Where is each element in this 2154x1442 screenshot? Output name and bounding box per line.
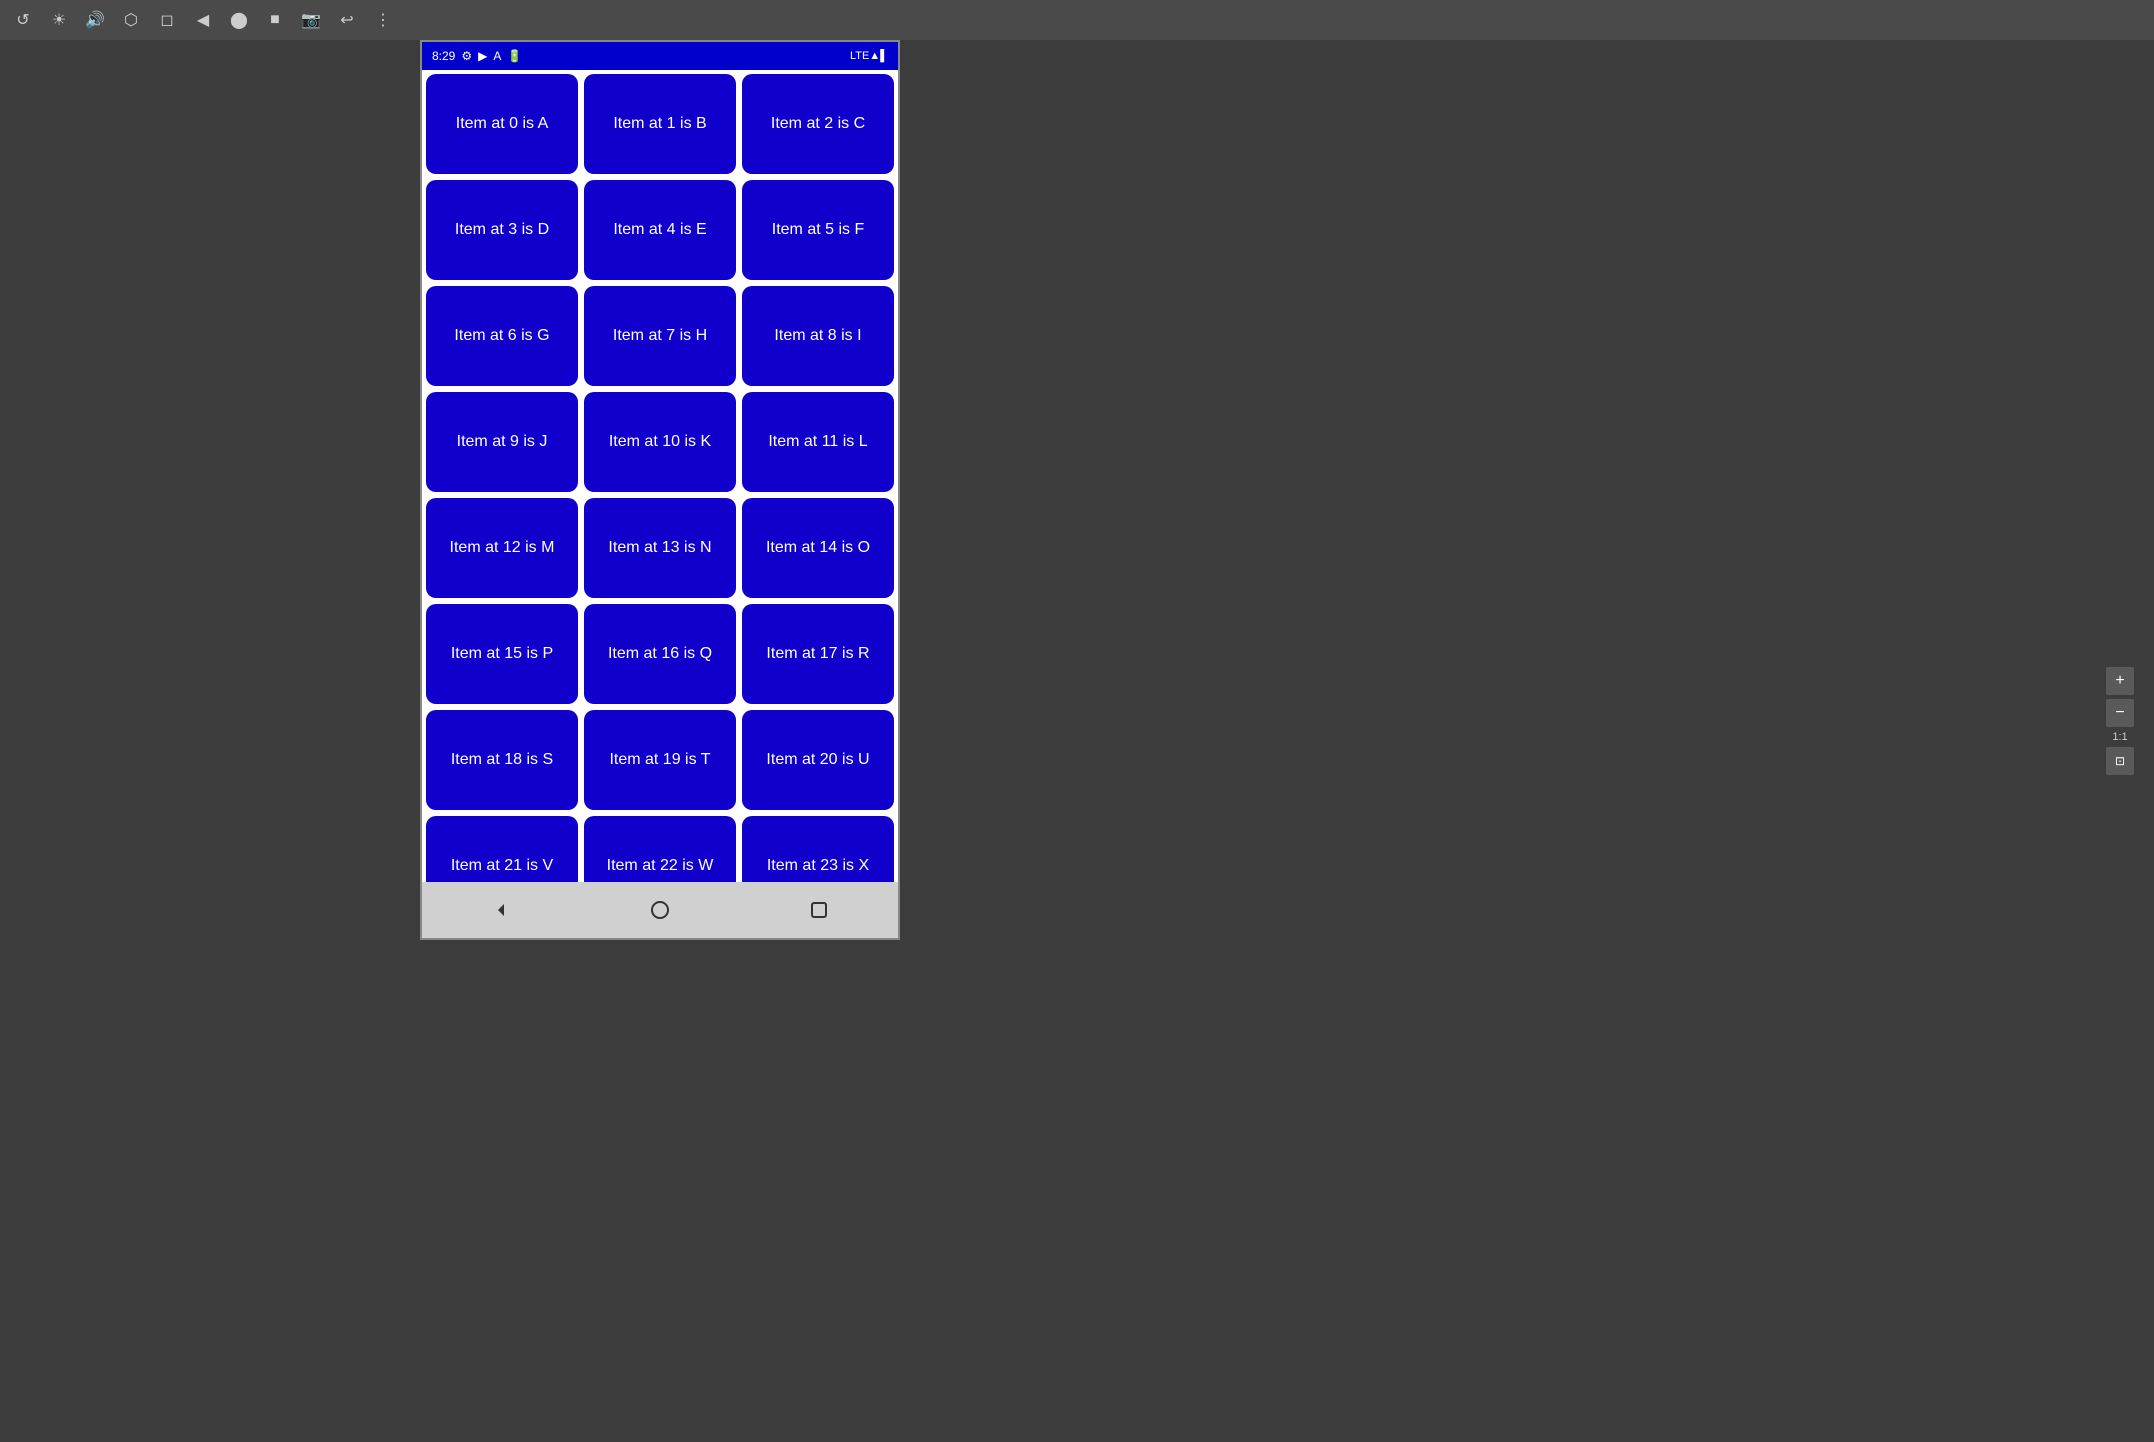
lte-icon: LTE▲▌ xyxy=(850,50,888,62)
grid-item-6[interactable]: Item at 6 is G xyxy=(426,286,578,386)
grid-item-5[interactable]: Item at 5 is F xyxy=(742,180,894,280)
grid-item-8[interactable]: Item at 8 is I xyxy=(742,286,894,386)
refresh-icon[interactable]: ↺ xyxy=(12,9,34,31)
grid-item-12[interactable]: Item at 12 is M xyxy=(426,498,578,598)
toolbar: ↺ ☀ 🔊 ⬡ ◻ ◀ ⬤ ■ 📷 ↩ ⋮ xyxy=(0,0,2154,40)
grid-item-11[interactable]: Item at 11 is L xyxy=(742,392,894,492)
grid-content[interactable]: Item at 0 is AItem at 1 is BItem at 2 is… xyxy=(422,70,898,882)
brightness-icon[interactable]: ☀ xyxy=(48,9,70,31)
grid-item-0[interactable]: Item at 0 is A xyxy=(426,74,578,174)
grid-item-19[interactable]: Item at 19 is T xyxy=(584,710,736,810)
back-nav-button[interactable] xyxy=(481,890,521,930)
status-left: 8:29 ⚙ ▶ A 🔋 xyxy=(432,49,522,63)
undo-icon[interactable]: ↩ xyxy=(336,9,358,31)
battery-icon: 🔋 xyxy=(507,49,522,63)
play-icon: ▶ xyxy=(478,49,487,63)
grid-item-15[interactable]: Item at 15 is P xyxy=(426,604,578,704)
nav-bar xyxy=(422,882,898,938)
zoom-controls: + − 1:1 ⊡ xyxy=(2106,667,2134,775)
grid-item-17[interactable]: Item at 17 is R xyxy=(742,604,894,704)
grid-item-3[interactable]: Item at 3 is D xyxy=(426,180,578,280)
grid-item-21[interactable]: Item at 21 is V xyxy=(426,816,578,882)
time: 8:29 xyxy=(432,49,455,63)
status-bar: 8:29 ⚙ ▶ A 🔋 LTE▲▌ xyxy=(422,42,898,70)
phone-frame: 8:29 ⚙ ▶ A 🔋 LTE▲▌ Item at 0 is AItem at… xyxy=(420,40,900,940)
grid-item-7[interactable]: Item at 7 is H xyxy=(584,286,736,386)
status-right: LTE▲▌ xyxy=(850,50,888,62)
stop-icon[interactable]: ■ xyxy=(264,9,286,31)
zoom-in-button[interactable]: + xyxy=(2106,667,2134,695)
record-icon[interactable]: ⬤ xyxy=(228,9,250,31)
back-icon[interactable]: ◀ xyxy=(192,9,214,31)
zoom-level: 1:1 xyxy=(2106,731,2134,743)
grid-item-9[interactable]: Item at 9 is J xyxy=(426,392,578,492)
grid-item-1[interactable]: Item at 1 is B xyxy=(584,74,736,174)
grid-item-23[interactable]: Item at 23 is X xyxy=(742,816,894,882)
zoom-out-button[interactable]: − xyxy=(2106,699,2134,727)
grid-item-22[interactable]: Item at 22 is W xyxy=(584,816,736,882)
grid-item-16[interactable]: Item at 16 is Q xyxy=(584,604,736,704)
network-icon[interactable]: ⬡ xyxy=(120,9,142,31)
grid-item-4[interactable]: Item at 4 is E xyxy=(584,180,736,280)
grid-item-10[interactable]: Item at 10 is K xyxy=(584,392,736,492)
zoom-fit-button[interactable]: ⊡ xyxy=(2106,747,2134,775)
volume-icon[interactable]: 🔊 xyxy=(84,9,106,31)
window-icon[interactable]: ◻ xyxy=(156,9,178,31)
more-icon[interactable]: ⋮ xyxy=(372,9,394,31)
recent-nav-button[interactable] xyxy=(799,890,839,930)
grid-item-13[interactable]: Item at 13 is N xyxy=(584,498,736,598)
settings-icon: ⚙ xyxy=(461,49,472,63)
grid-item-14[interactable]: Item at 14 is O xyxy=(742,498,894,598)
grid-item-20[interactable]: Item at 20 is U xyxy=(742,710,894,810)
grid-item-18[interactable]: Item at 18 is S xyxy=(426,710,578,810)
screenshot-icon[interactable]: 📷 xyxy=(300,9,322,31)
home-nav-button[interactable] xyxy=(640,890,680,930)
grid-item-2[interactable]: Item at 2 is C xyxy=(742,74,894,174)
a-icon: A xyxy=(493,49,501,63)
